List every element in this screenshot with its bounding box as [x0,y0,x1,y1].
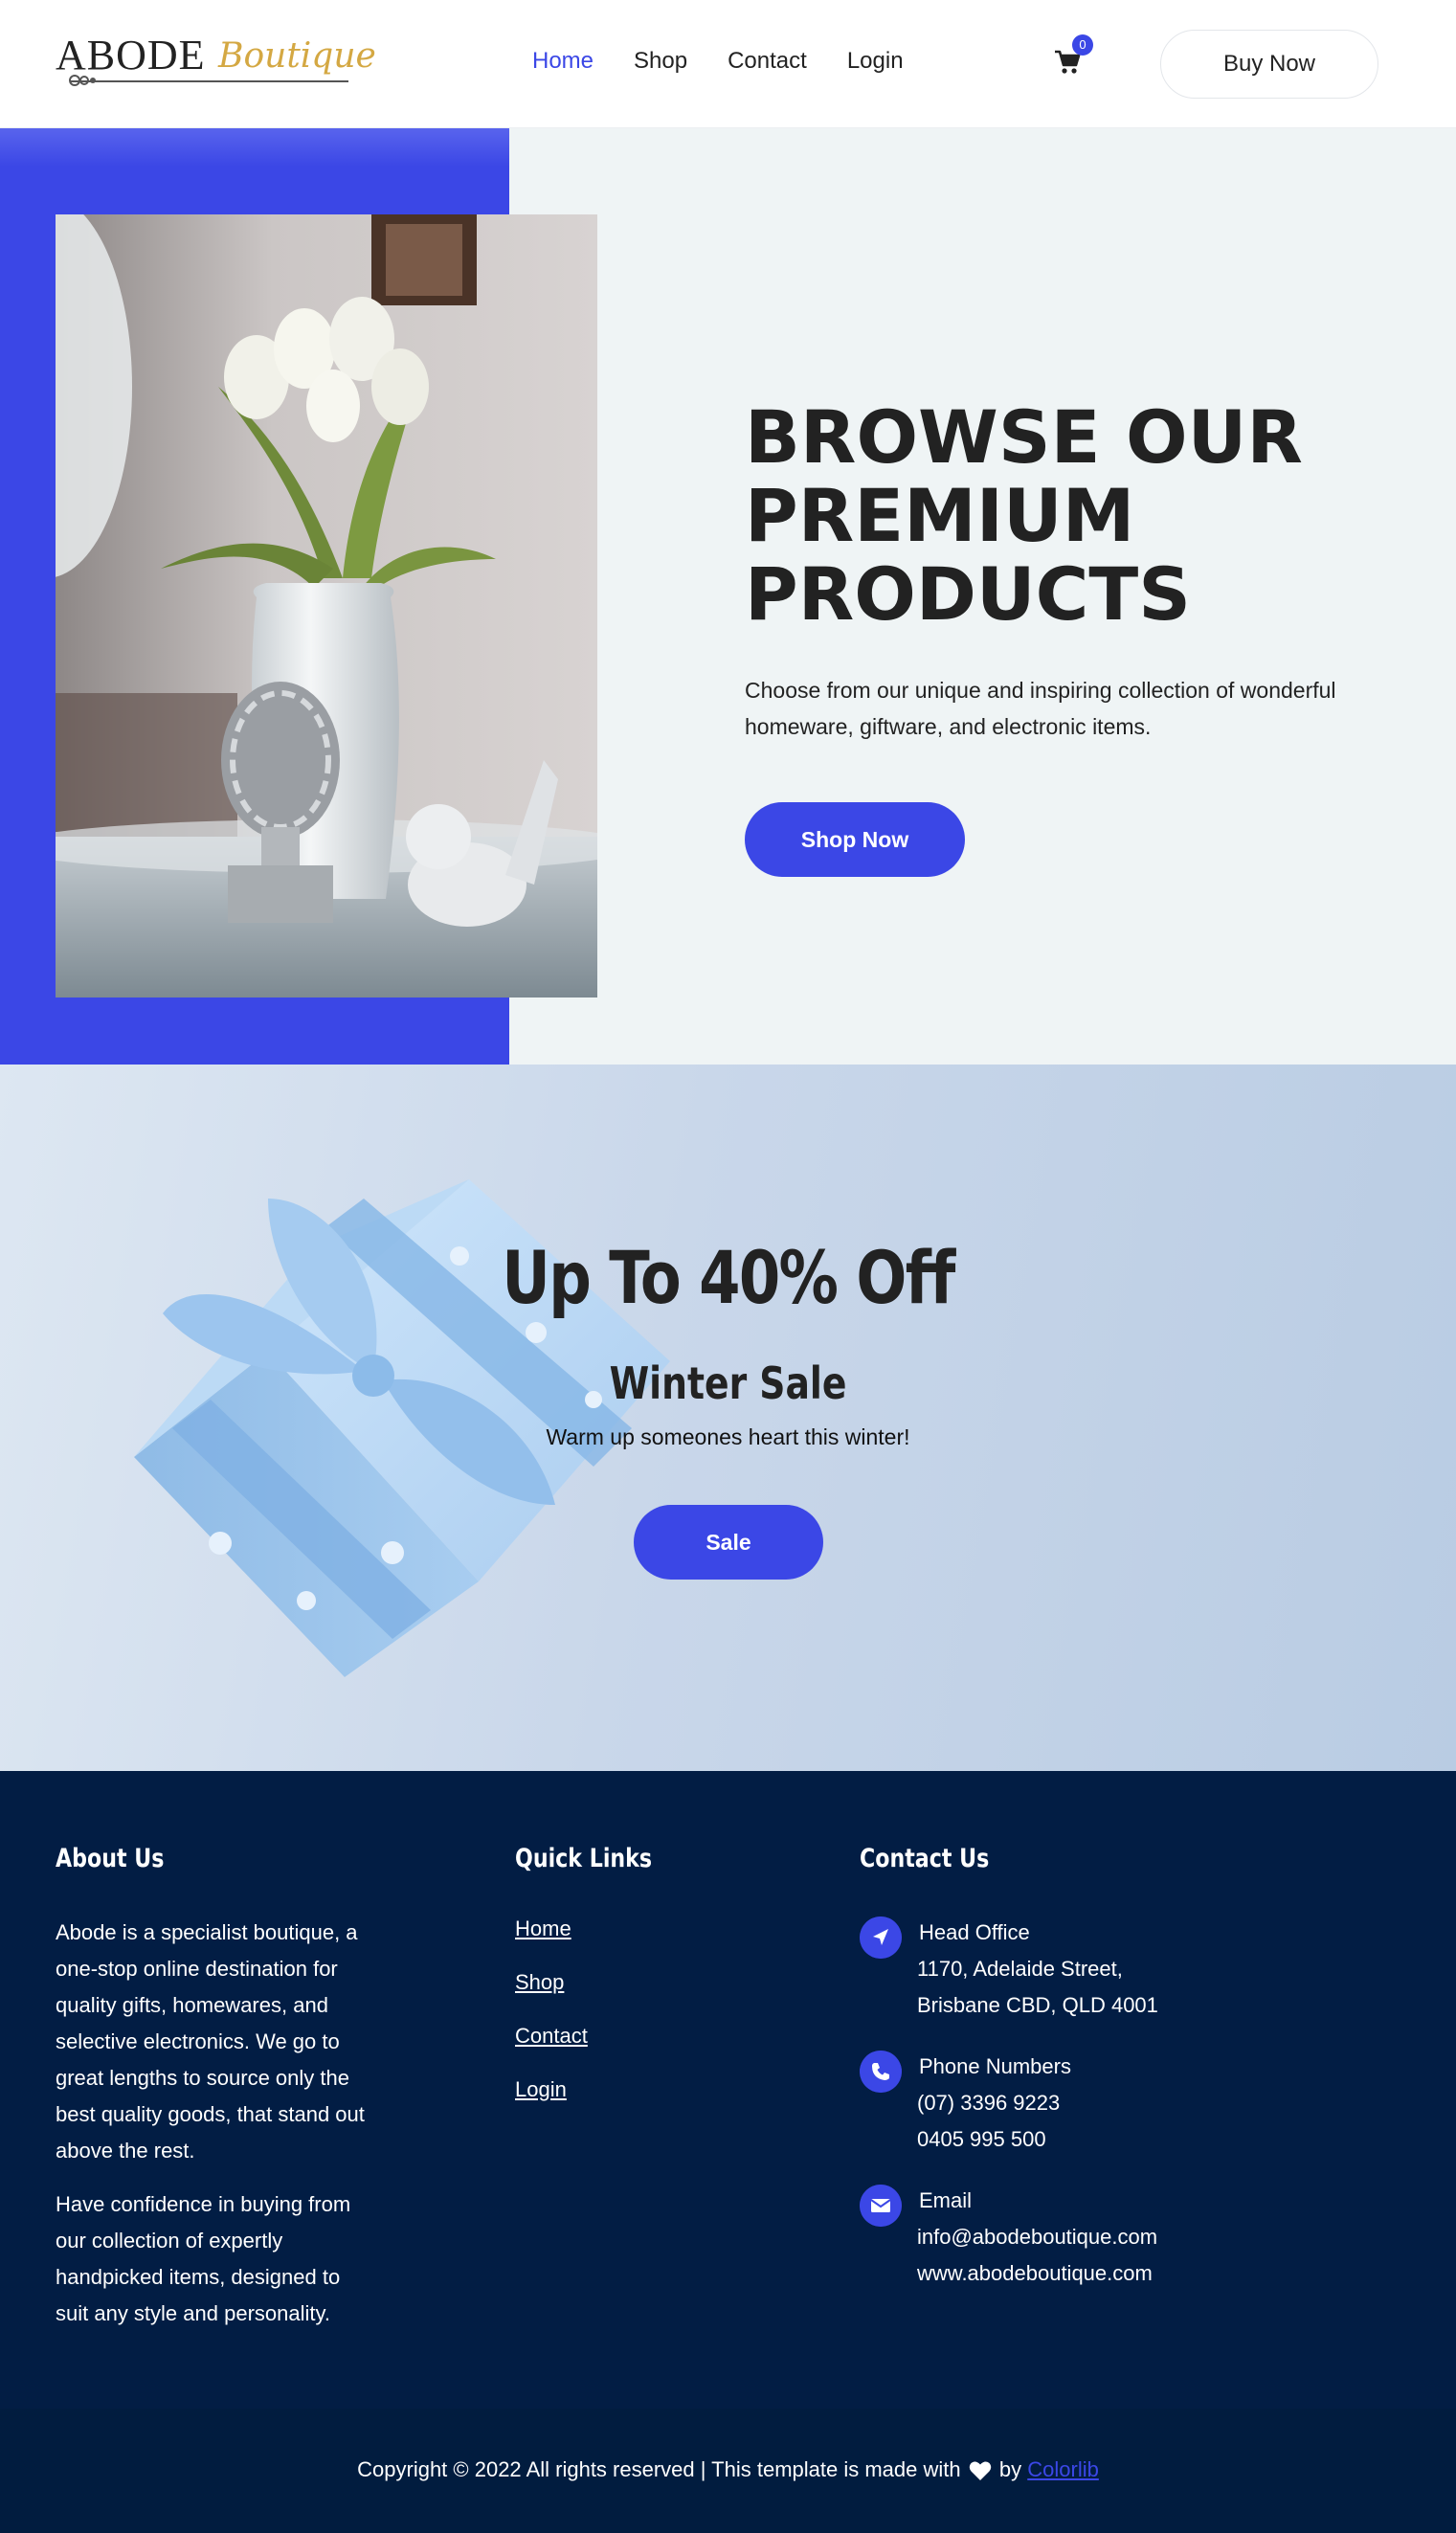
site-footer: About Us Abode is a specialist boutique,… [0,1771,1456,2409]
about-heading: About Us [56,1844,165,1873]
contact-title: Phone Numbers [919,2054,1071,2078]
hero-title: BROWSE OUR PREMIUM PRODUCTS [745,398,1396,634]
nav-contact[interactable]: Contact [728,48,807,75]
contact-line: 0405 995 500 [917,2127,1046,2151]
copyright-by: by [998,2457,1022,2481]
contact-title: Head Office [919,1920,1030,1944]
logo-ornament-icon [69,75,96,86]
heart-icon [969,2461,991,2481]
contact-line: info@abodeboutique.com [917,2225,1158,2249]
sale-subtitle: Winter Sale [609,1357,847,1409]
hero-section: BROWSE OUR PREMIUM PRODUCTS Choose from … [0,128,1456,1065]
nav-shop[interactable]: Shop [634,48,687,75]
site-header: ABODE Boutique Home Shop Contact Login 0… [0,0,1456,128]
colorlib-link[interactable]: Colorlib [1027,2457,1099,2481]
hero-title-line: PRODUCTS [745,551,1191,637]
quick-links-heading: Quick Links [515,1844,653,1873]
sale-section: Up To 40% Off Winter Sale Warm up someon… [0,1065,1456,1771]
contact-line: www.abodeboutique.com [917,2261,1153,2285]
about-paragraph: Have confidence in buying from our colle… [56,2192,351,2325]
copyright-bar: Copyright © 2022 All rights reserved | T… [0,2409,1456,2533]
contact-heading: Contact Us [860,1844,990,1873]
envelope-icon [860,2185,902,2227]
nav-home[interactable]: Home [532,48,594,75]
contact-line: (07) 3396 9223 [917,2091,1061,2115]
cart-count-badge: 0 [1072,34,1093,56]
contact-title: Email [919,2188,973,2212]
hero-product-image [56,214,597,998]
nav-login[interactable]: Login [847,48,904,75]
buy-now-button[interactable]: Buy Now [1160,30,1378,99]
sale-title: Up To 40% Off [502,1235,955,1320]
copyright-text: Copyright © 2022 All rights reserved | T… [357,2457,961,2481]
hero-title-line: PREMIUM [745,473,1135,558]
footer-link-home[interactable]: Home [515,1917,588,1944]
site-logo[interactable]: ABODE Boutique [56,29,376,96]
contact-line: 1170, Adelaide Street, [917,1957,1123,1981]
sale-button[interactable]: Sale [634,1505,823,1580]
about-paragraph: Abode is a specialist boutique, a one-st… [56,1920,365,2163]
hero-title-line: BROWSE OUR [745,394,1303,480]
main-nav: Home Shop Contact Login [532,48,904,75]
location-arrow-icon [860,1917,902,1959]
footer-link-login[interactable]: Login [515,2077,588,2105]
logo-rule [71,80,348,82]
hero-subtitle: Choose from our unique and inspiring col… [745,678,1336,739]
shop-now-button[interactable]: Shop Now [745,802,965,877]
logo-script: Boutique [218,36,376,76]
quick-links-list: Home Shop Contact Login [515,1917,588,2131]
footer-link-contact[interactable]: Contact [515,2024,588,2051]
sale-description: Warm up someones heart this winter! [546,1424,910,1449]
contact-line: Brisbane CBD, QLD 4001 [917,1993,1158,2017]
phone-icon [860,2051,902,2093]
footer-link-shop[interactable]: Shop [515,1970,588,1998]
